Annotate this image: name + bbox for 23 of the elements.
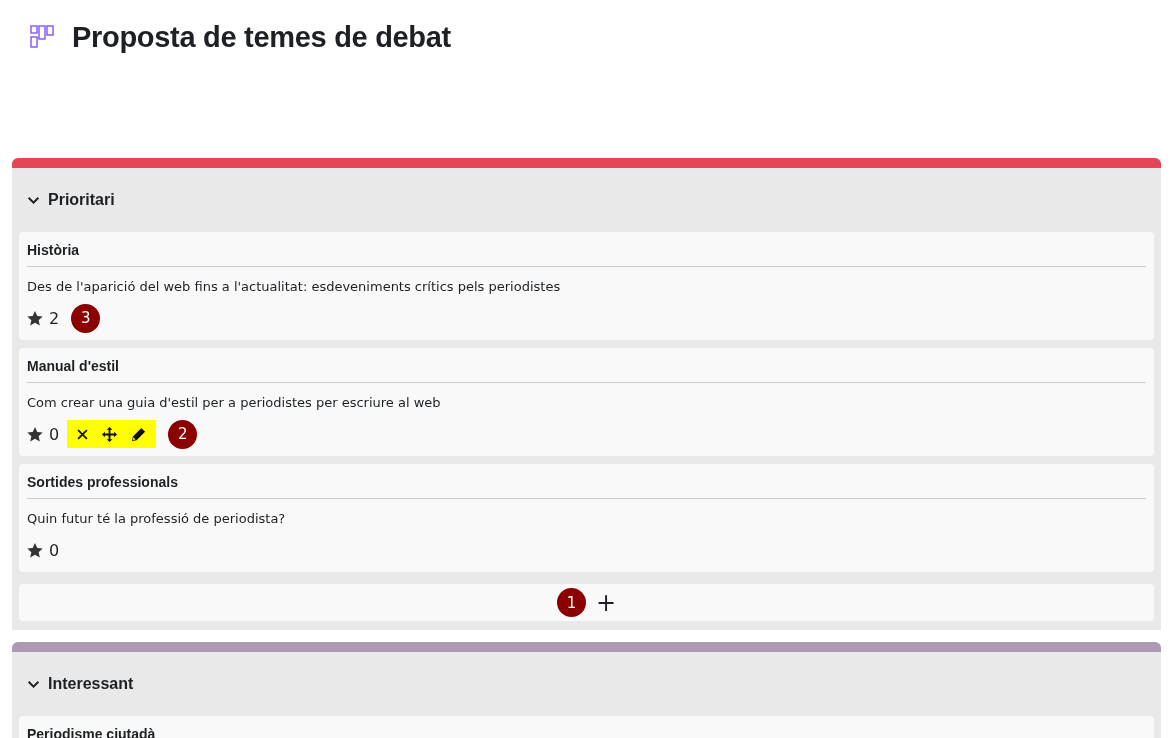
pencil-icon[interactable]: [131, 426, 147, 442]
star-icon: [27, 426, 43, 442]
vote-count: 0: [49, 540, 60, 560]
vote-count: 2: [49, 308, 60, 328]
card-description: Des de l'aparició del web fins a l'actualitat: esdeveniments crítics pels periodistes: [27, 279, 562, 294]
add-button[interactable]: +: [589, 588, 623, 617]
vote-count: 0: [49, 424, 60, 444]
column-title: Interessant: [48, 675, 134, 693]
star-icon: [27, 542, 43, 558]
step-badge: 2: [168, 419, 198, 449]
star-icon: [27, 310, 43, 326]
close-icon[interactable]: [77, 428, 89, 440]
board-icon: [30, 25, 54, 49]
card-description: Com crear una guia d'estil per a periodistes per escriure al web: [27, 395, 442, 410]
card-description: Quin futur té la professió de periodista?: [27, 511, 287, 526]
card-title: Manual d'estil: [27, 358, 1146, 383]
step-badge: 3: [71, 303, 101, 333]
move-icon[interactable]: [102, 426, 118, 442]
column-title: Prioritari: [48, 191, 115, 209]
card-title: Història: [27, 242, 1146, 267]
step-badge: 1: [556, 588, 586, 617]
card-title: Sortides professionals: [27, 474, 1146, 499]
page-title: Proposta de temes de debat: [72, 20, 451, 54]
